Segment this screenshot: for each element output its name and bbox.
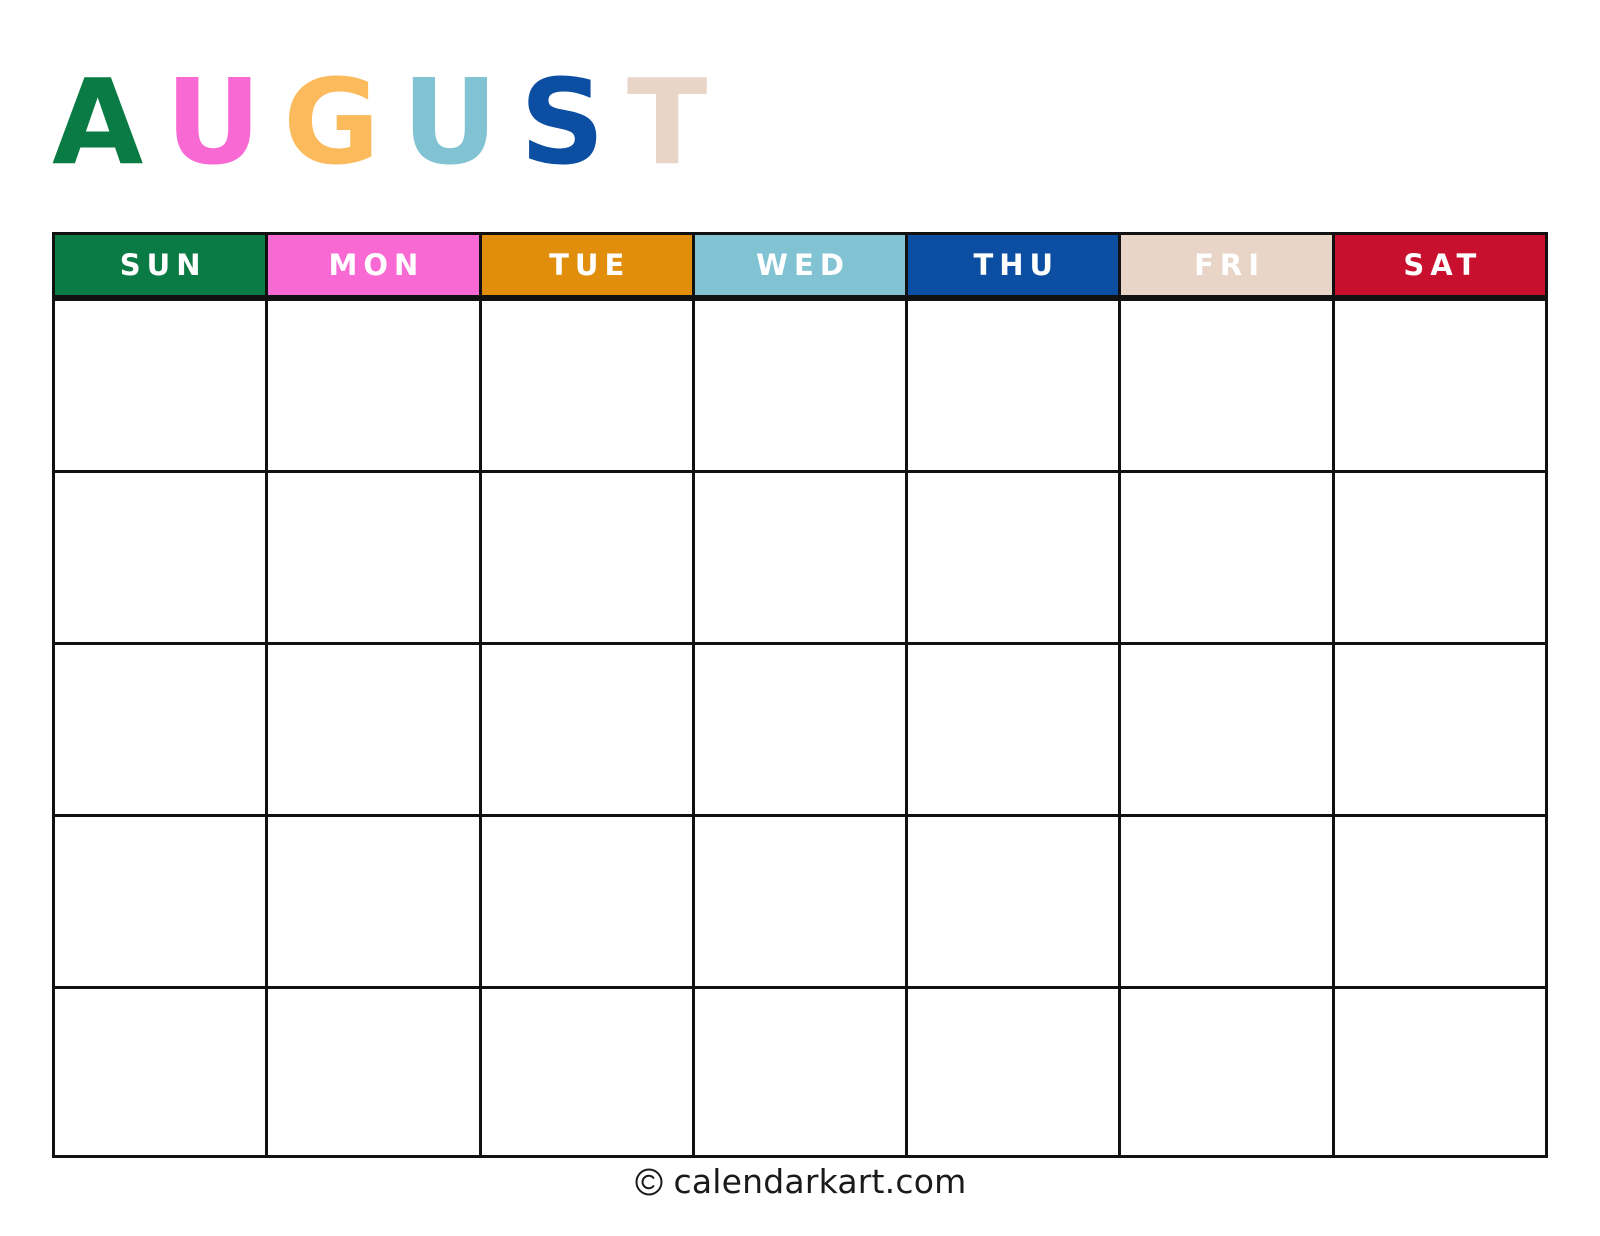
weekday-header-tue: TUE [478, 232, 692, 298]
calendar-day-cell[interactable] [1118, 814, 1332, 986]
calendar-page: AUGUST SUN MON TUE WED THU FRI SAT calendarkar… [0, 0, 1600, 1236]
weekday-label: FRI [1194, 247, 1266, 282]
calendar-day-cell[interactable] [1331, 642, 1548, 814]
calendar-day-cell[interactable] [265, 986, 479, 1158]
calendar-day-cell[interactable] [691, 298, 906, 470]
month-title-letter: T [626, 53, 708, 191]
weekday-label: SUN [119, 247, 207, 282]
month-title-letter: U [165, 53, 262, 191]
calendar-day-cell[interactable] [478, 642, 692, 814]
calendar-day-cell[interactable] [52, 470, 266, 642]
calendar-day-cell[interactable] [265, 642, 479, 814]
calendar-weeks [52, 298, 1548, 1158]
month-title: AUGUST [52, 52, 707, 192]
calendar-day-cell[interactable] [905, 814, 1119, 986]
calendar-day-cell[interactable] [905, 298, 1119, 470]
calendar-day-cell[interactable] [478, 814, 692, 986]
calendar-day-cell[interactable] [265, 298, 479, 470]
weekday-header-mon: MON [265, 232, 479, 298]
calendar-day-cell[interactable] [905, 986, 1119, 1158]
weekday-label: SAT [1403, 247, 1483, 282]
calendar-day-cell[interactable] [52, 986, 266, 1158]
month-title-letter: S [519, 53, 605, 191]
calendar-day-cell[interactable] [691, 814, 906, 986]
weekday-label: WED [756, 247, 850, 282]
calendar-day-cell[interactable] [52, 298, 266, 470]
calendar-week-row [52, 470, 1548, 642]
calendar-week-row [52, 986, 1548, 1158]
calendar-grid: SUN MON TUE WED THU FRI SAT [52, 232, 1548, 1158]
calendar-day-cell[interactable] [691, 470, 906, 642]
calendar-day-cell[interactable] [478, 298, 692, 470]
weekday-header-row: SUN MON TUE WED THU FRI SAT [52, 232, 1548, 298]
calendar-day-cell[interactable] [52, 814, 266, 986]
copyright-icon [634, 1167, 664, 1197]
month-title-letter: A [52, 53, 144, 191]
weekday-label: THU [973, 247, 1060, 282]
month-title-letter: G [283, 53, 381, 191]
weekday-header-fri: FRI [1118, 232, 1332, 298]
footer-text: calendarkart.com [673, 1162, 967, 1201]
calendar-day-cell[interactable] [478, 470, 692, 642]
weekday-label: MON [328, 247, 425, 282]
calendar-day-cell[interactable] [265, 814, 479, 986]
calendar-day-cell[interactable] [478, 986, 692, 1158]
calendar-day-cell[interactable] [1331, 298, 1548, 470]
calendar-day-cell[interactable] [905, 470, 1119, 642]
calendar-day-cell[interactable] [1118, 298, 1332, 470]
calendar-day-cell[interactable] [905, 642, 1119, 814]
weekday-header-wed: WED [691, 232, 906, 298]
footer-attribution: calendarkart.com [0, 1165, 1600, 1198]
calendar-week-row [52, 642, 1548, 814]
calendar-week-row [52, 814, 1548, 986]
calendar-day-cell[interactable] [1331, 986, 1548, 1158]
calendar-day-cell[interactable] [1118, 986, 1332, 1158]
calendar-day-cell[interactable] [1118, 642, 1332, 814]
month-title-letter: U [402, 53, 498, 191]
calendar-day-cell[interactable] [1118, 470, 1332, 642]
calendar-day-cell[interactable] [691, 986, 906, 1158]
calendar-day-cell[interactable] [691, 642, 906, 814]
weekday-label: TUE [549, 247, 631, 282]
calendar-week-row [52, 298, 1548, 470]
weekday-header-thu: THU [905, 232, 1119, 298]
weekday-header-sun: SUN [52, 232, 266, 298]
calendar-day-cell[interactable] [1331, 814, 1548, 986]
calendar-day-cell[interactable] [1331, 470, 1548, 642]
calendar-day-cell[interactable] [265, 470, 479, 642]
weekday-header-sat: SAT [1331, 232, 1548, 298]
calendar-day-cell[interactable] [52, 642, 266, 814]
